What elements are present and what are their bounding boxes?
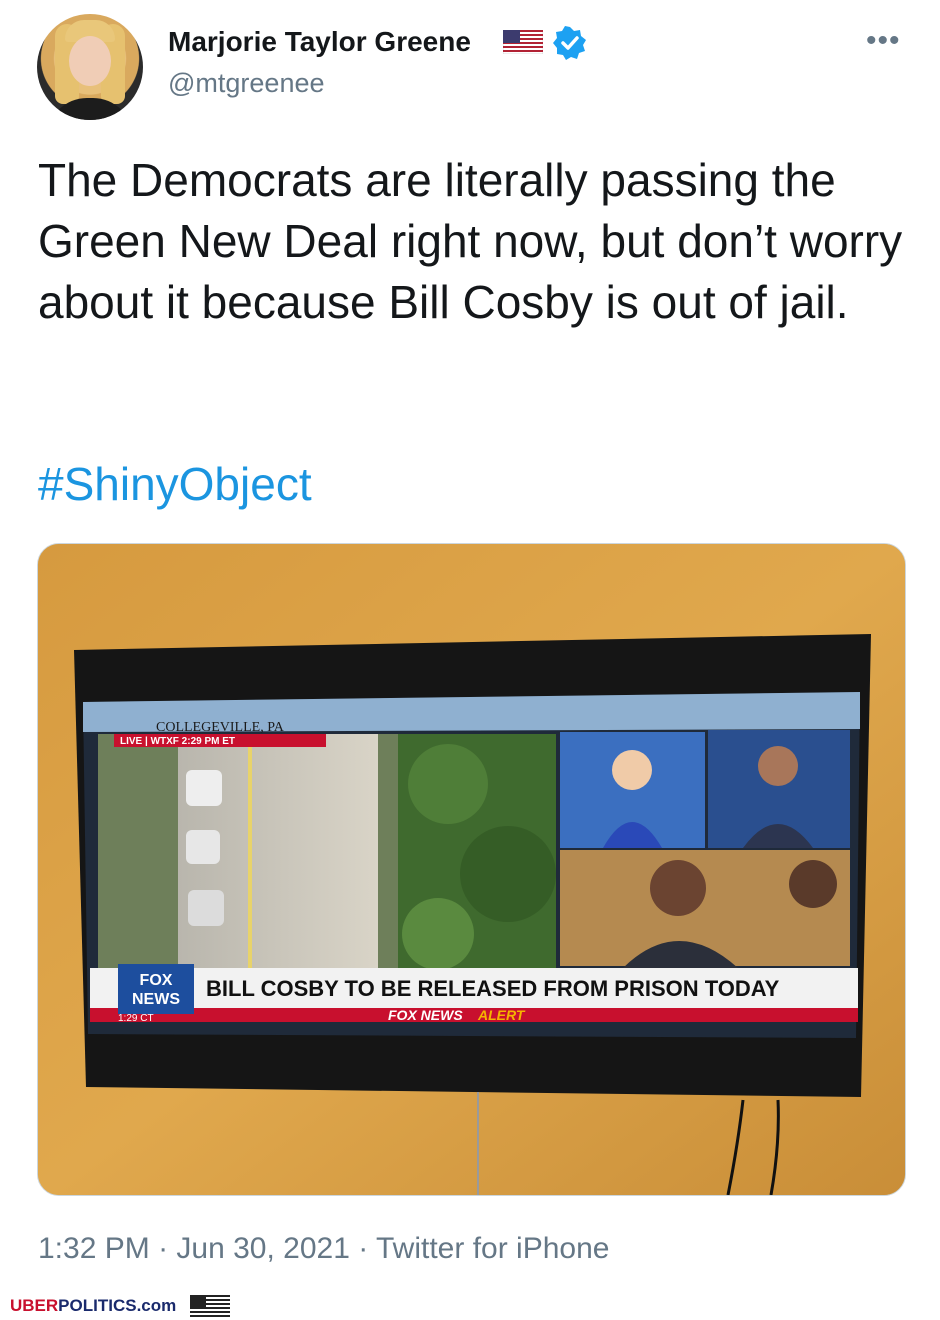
tv-photo: FOX NEWS 1:29 CT BILL COSBY TO BE RELEAS… xyxy=(38,544,905,1195)
live-bar-label: LIVE | WTXF 2:29 PM ET xyxy=(120,736,235,747)
fox-logo-line2: NEWS xyxy=(132,991,180,1008)
fox-logo-line1: FOX xyxy=(140,972,173,989)
alert-label-b: ALERT xyxy=(477,1007,526,1023)
tweet-photo[interactable]: FOX NEWS 1:29 CT BILL COSBY TO BE RELEAS… xyxy=(37,543,906,1196)
more-options-icon[interactable]: ••• xyxy=(866,24,901,58)
us-flag-icon xyxy=(190,1295,230,1317)
hashtag-link[interactable]: #ShinyObject xyxy=(38,457,312,511)
us-flag-icon xyxy=(503,30,543,54)
avatar[interactable] xyxy=(37,14,143,120)
watermark-part1: UBER xyxy=(10,1296,59,1315)
tweet-text: The Democrats are literally passing the … xyxy=(38,154,903,328)
clock-label: 1:29 CT xyxy=(118,1013,154,1024)
watermark-part2: POLITICS.com xyxy=(58,1296,177,1315)
tweet-source[interactable]: Twitter for iPhone xyxy=(376,1232,609,1265)
meta-separator: · xyxy=(149,1232,177,1265)
author-name[interactable]: Marjorie Taylor Greene xyxy=(168,26,471,58)
tweet-meta: 1:32 PM · Jun 30, 2021 · Twitter for iPh… xyxy=(38,1232,609,1266)
meta-separator: · xyxy=(349,1232,377,1265)
verified-badge-icon xyxy=(553,26,586,60)
alert-label-a: FOX NEWS xyxy=(388,1007,463,1023)
tweet-time[interactable]: 1:32 PM xyxy=(38,1232,150,1265)
watermark: UBERPOLITICS.com xyxy=(10,1296,176,1316)
location-label: COLLEGEVILLE, PA xyxy=(156,720,285,735)
tweet-date[interactable]: Jun 30, 2021 xyxy=(176,1232,349,1265)
headline-label: BILL COSBY TO BE RELEASED FROM PRISON TO… xyxy=(206,976,780,1001)
author-handle[interactable]: @mtgreenee xyxy=(168,68,325,99)
